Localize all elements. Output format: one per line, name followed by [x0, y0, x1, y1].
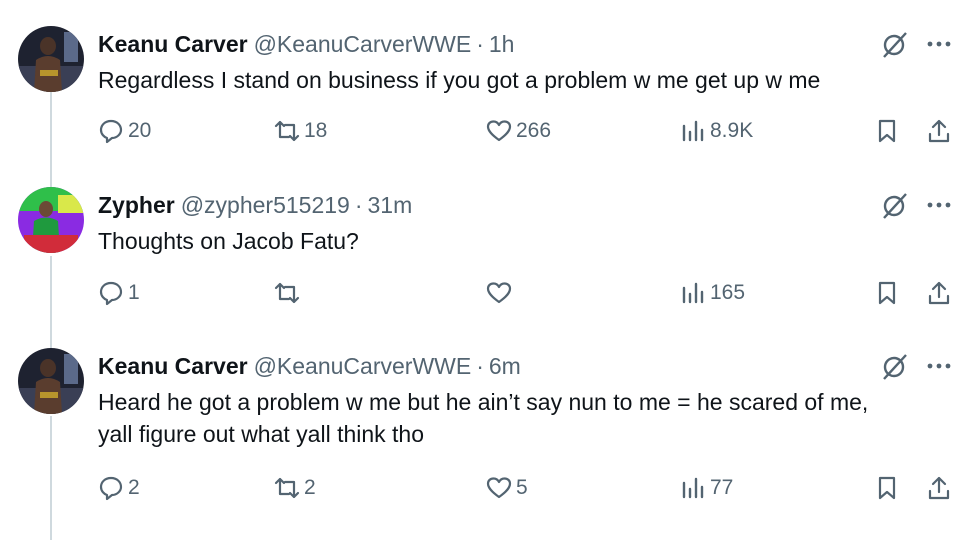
- author-handle[interactable]: @zypher515219: [181, 191, 350, 219]
- views-count: 8.9K: [710, 119, 754, 142]
- timestamp[interactable]: 6m: [489, 352, 521, 380]
- timestamp[interactable]: 1h: [489, 30, 515, 58]
- tweet-text-line: Regardless I stand on business if you go…: [98, 67, 821, 93]
- views-icon: [682, 120, 704, 142]
- repost-button[interactable]: 18: [274, 115, 327, 147]
- bookmark-button[interactable]: [874, 472, 900, 504]
- views-icon: [682, 477, 704, 499]
- reply-count: 1: [128, 281, 140, 304]
- share-button[interactable]: [926, 115, 952, 147]
- tweet-text: Heard he got a problem w me but he ain’t…: [98, 386, 948, 450]
- author-name[interactable]: Zypher: [98, 191, 175, 219]
- like-button[interactable]: 266: [486, 115, 551, 147]
- tweet-actions: 1 165: [98, 277, 958, 309]
- bookmark-icon: [878, 476, 896, 500]
- more-icon[interactable]: [924, 193, 954, 217]
- views-count: 77: [710, 476, 734, 499]
- share-button[interactable]: [926, 277, 952, 309]
- tweet-header: Keanu Carver @KeanuCarverWWE · 6m: [98, 352, 521, 380]
- reply-icon: [99, 476, 123, 501]
- bookmark-icon: [878, 281, 896, 305]
- like-count: 5: [516, 476, 528, 499]
- tweet-text-line: Thoughts on Jacob Fatu?: [98, 228, 359, 254]
- timestamp[interactable]: 31m: [368, 191, 413, 219]
- reply-count: 2: [128, 476, 140, 499]
- separator: ·: [354, 192, 363, 218]
- tweet-header: Zypher @zypher515219 · 31m: [98, 191, 412, 219]
- tweet[interactable]: Zypher @zypher515219 · 31m Thoughts on J…: [0, 187, 960, 327]
- mute-icon[interactable]: [880, 352, 910, 382]
- views-button[interactable]: 77: [680, 472, 733, 504]
- like-count: 266: [516, 119, 552, 142]
- more-icon[interactable]: [924, 354, 954, 378]
- like-button[interactable]: 5: [486, 472, 528, 504]
- tweet-text: Regardless I stand on business if you go…: [98, 64, 948, 96]
- avatar[interactable]: [18, 187, 84, 253]
- avatar[interactable]: [18, 26, 84, 92]
- reply-button[interactable]: 2: [98, 472, 140, 504]
- mute-icon[interactable]: [880, 191, 910, 221]
- bookmark-button[interactable]: [874, 115, 900, 147]
- repost-count: 18: [304, 119, 328, 142]
- tweet-header: Keanu Carver @KeanuCarverWWE · 1h: [98, 30, 514, 58]
- reply-count: 20: [128, 119, 152, 142]
- tweet-text: Thoughts on Jacob Fatu?: [98, 225, 948, 257]
- repost-button[interactable]: 2: [274, 472, 316, 504]
- repost-icon: [274, 120, 300, 142]
- tweet-text-line: Heard he got a problem w me but he ain’t…: [98, 389, 869, 415]
- author-handle[interactable]: @KeanuCarverWWE: [254, 352, 472, 380]
- separator: ·: [476, 31, 484, 57]
- like-icon: [486, 282, 512, 304]
- avatar[interactable]: [18, 348, 84, 414]
- share-icon: [928, 281, 950, 305]
- reply-icon: [99, 281, 123, 306]
- author-name[interactable]: Keanu Carver: [98, 352, 248, 380]
- views-icon: [682, 282, 704, 304]
- tweet-text-line: yall figure out what yall think tho: [98, 421, 425, 447]
- author-handle[interactable]: @KeanuCarverWWE: [254, 30, 472, 58]
- repost-icon: [274, 477, 300, 499]
- repost-icon: [274, 282, 300, 304]
- like-icon: [486, 477, 512, 499]
- views-button[interactable]: 165: [680, 277, 745, 309]
- tweet[interactable]: Keanu Carver @KeanuCarverWWE · 1h Regard…: [0, 26, 960, 166]
- more-icon[interactable]: [924, 32, 954, 56]
- repost-count: 2: [304, 476, 316, 499]
- share-button[interactable]: [926, 472, 952, 504]
- conversation-thread: Keanu Carver @KeanuCarverWWE · 1h Regard…: [0, 0, 960, 540]
- repost-button[interactable]: [274, 277, 304, 309]
- bookmark-button[interactable]: [874, 277, 900, 309]
- views-count: 165: [710, 281, 746, 304]
- share-icon: [928, 119, 950, 143]
- share-icon: [928, 476, 950, 500]
- reply-button[interactable]: 1: [98, 277, 140, 309]
- like-icon: [486, 120, 512, 142]
- like-button[interactable]: [486, 277, 516, 309]
- tweet-actions: 20 18 266 8.9K: [98, 115, 958, 147]
- tweet-actions: 2 2 5 77: [98, 472, 958, 504]
- author-name[interactable]: Keanu Carver: [98, 30, 248, 58]
- reply-icon: [99, 119, 123, 144]
- tweet[interactable]: Keanu Carver @KeanuCarverWWE · 6m Heard …: [0, 348, 960, 540]
- mute-icon[interactable]: [880, 30, 910, 60]
- bookmark-icon: [878, 119, 896, 143]
- reply-button[interactable]: 20: [98, 115, 151, 147]
- separator: ·: [476, 353, 484, 379]
- views-button[interactable]: 8.9K: [680, 115, 753, 147]
